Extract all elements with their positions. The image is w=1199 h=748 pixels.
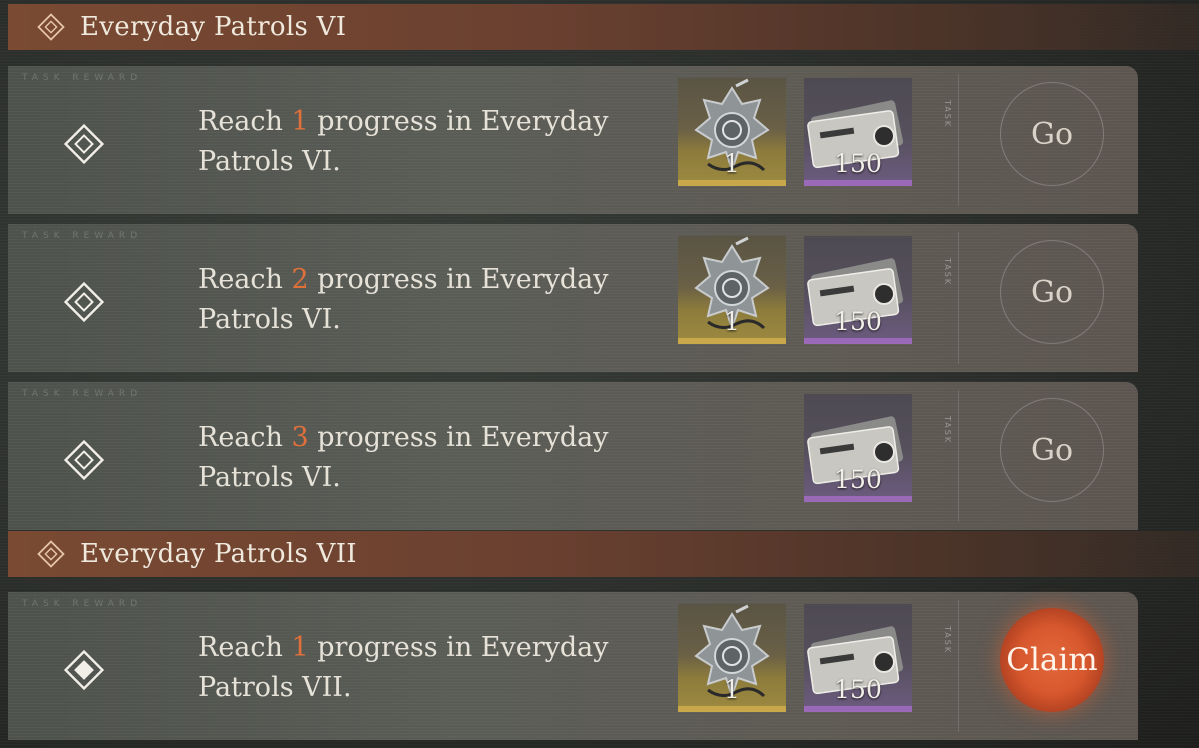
- task-side-label: TASK: [943, 100, 952, 129]
- progress-count: 2: [291, 264, 309, 295]
- task-reward-watermark: TASK REWARD: [22, 599, 143, 609]
- reward-quantity: 150: [834, 149, 882, 178]
- reward-badge[interactable]: 1: [678, 78, 786, 186]
- diamond-outline-icon: [36, 539, 66, 569]
- reward-security-ticket[interactable]: 150: [804, 394, 912, 502]
- task-reward-watermark: TASK REWARD: [22, 231, 143, 241]
- reward-badge[interactable]: 1: [678, 604, 786, 712]
- section-title: Everyday Patrols VII: [80, 539, 357, 569]
- reward-quantity: 150: [834, 465, 882, 494]
- go-button[interactable]: Go: [1000, 398, 1104, 502]
- diamond-outline-icon: [36, 12, 66, 42]
- reward-quantity: 1: [724, 149, 740, 178]
- reward-security-ticket[interactable]: 150: [804, 78, 912, 186]
- section-title: Everyday Patrols VI: [80, 12, 347, 42]
- diamond-filled-icon: [62, 648, 106, 692]
- reward-quantity: 1: [724, 675, 740, 704]
- task-description: Reach 3 progress in Everyday Patrols VI.: [198, 422, 609, 493]
- diamond-outline-icon: [62, 438, 106, 482]
- divider: [958, 600, 959, 732]
- divider: [958, 74, 959, 206]
- reward-security-ticket[interactable]: 150: [804, 604, 912, 712]
- section-header-patrols-vii: Everyday Patrols VII: [8, 531, 1199, 577]
- task-card: TASK REWARD Reach 3 progress in Everyday…: [8, 382, 1138, 530]
- reward-security-ticket[interactable]: 150: [804, 236, 912, 344]
- section-header-patrols-vi: Everyday Patrols VI: [8, 4, 1199, 50]
- diamond-outline-icon: [62, 280, 106, 324]
- progress-count: 3: [291, 422, 309, 453]
- reward-quantity: 1: [724, 307, 740, 336]
- task-card: TASK REWARD Reach 1 progress in Everyday…: [8, 592, 1138, 740]
- progress-count: 1: [291, 632, 309, 663]
- task-card: TASK REWARD Reach 1 progress in Everyday…: [8, 66, 1138, 214]
- task-card: TASK REWARD Reach 2 progress in Everyday…: [8, 224, 1138, 372]
- diamond-outline-icon: [62, 122, 106, 166]
- task-side-label: TASK: [943, 626, 952, 655]
- reward-quantity: 150: [834, 675, 882, 704]
- task-description: Reach 2 progress in Everyday Patrols VI.: [198, 264, 609, 335]
- divider: [958, 390, 959, 522]
- go-button[interactable]: Go: [1000, 82, 1104, 186]
- task-side-label: TASK: [943, 416, 952, 445]
- reward-quantity: 150: [834, 307, 882, 336]
- task-reward-watermark: TASK REWARD: [22, 73, 143, 83]
- reward-badge[interactable]: 1: [678, 236, 786, 344]
- divider: [958, 232, 959, 364]
- task-description: Reach 1 progress in Everyday Patrols VI.: [198, 106, 609, 177]
- task-reward-watermark: TASK REWARD: [22, 389, 143, 399]
- task-description: Reach 1 progress in Everyday Patrols VII…: [198, 632, 609, 703]
- claim-button[interactable]: Claim: [1000, 608, 1104, 712]
- task-side-label: TASK: [943, 258, 952, 287]
- go-button[interactable]: Go: [1000, 240, 1104, 344]
- progress-count: 1: [291, 106, 309, 137]
